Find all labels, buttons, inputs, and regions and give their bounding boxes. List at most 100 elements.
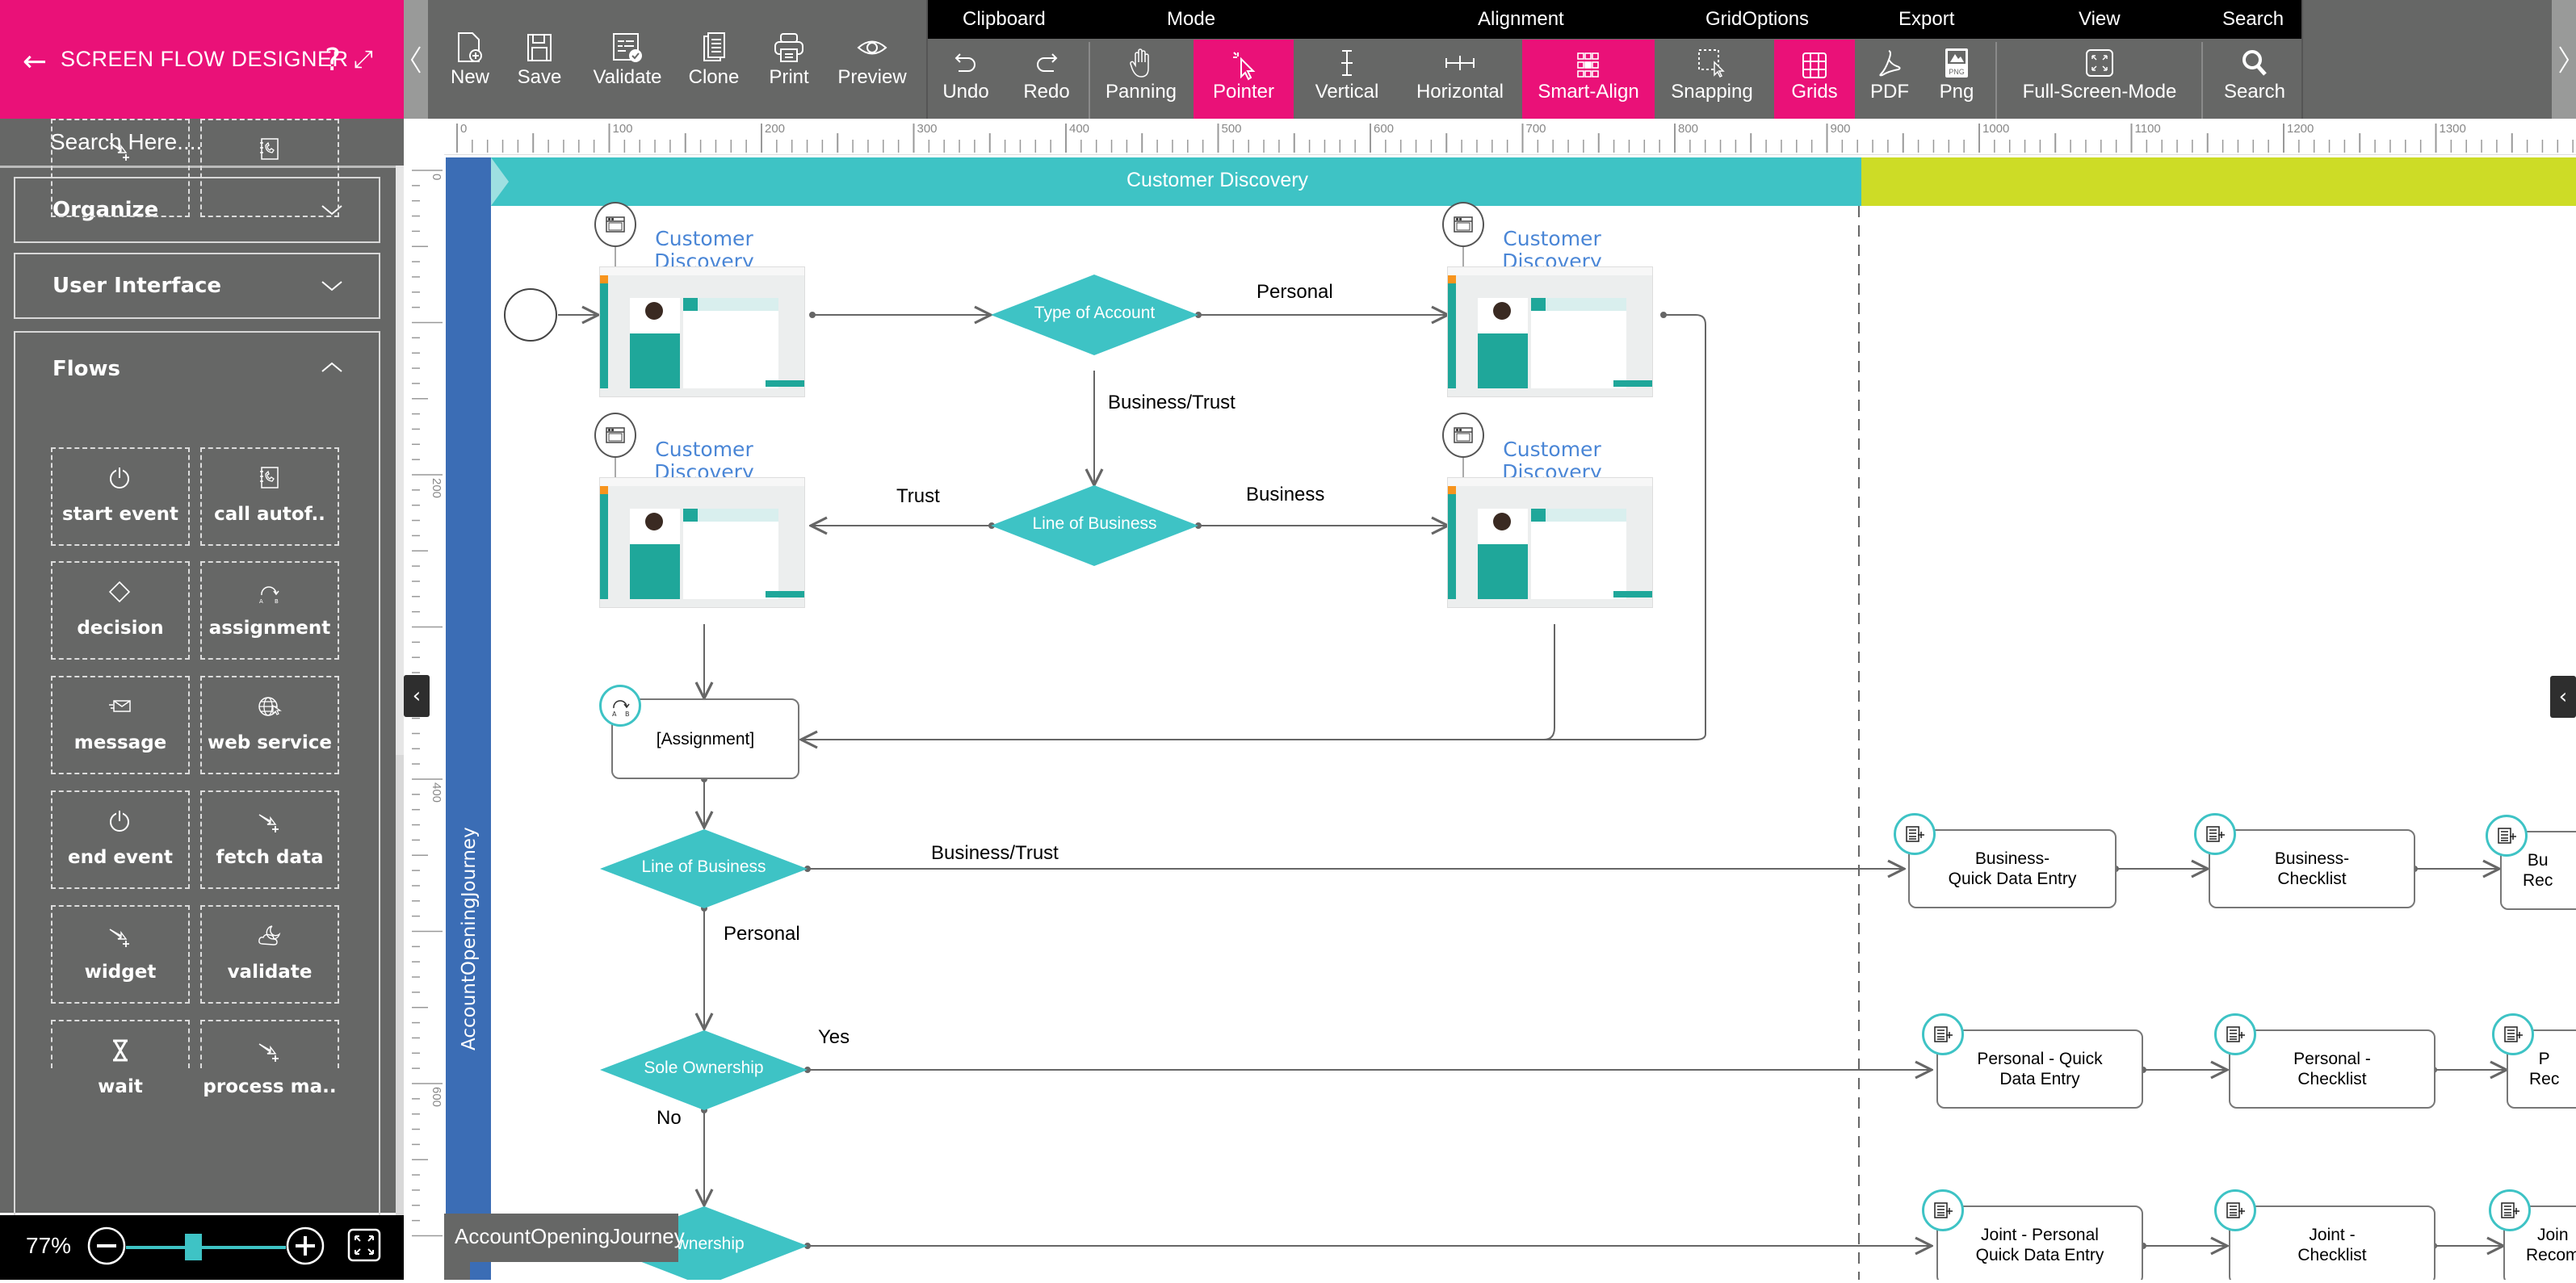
zoom-out-icon[interactable]: [87, 1226, 126, 1265]
redo-button[interactable]: Redo: [1011, 0, 1082, 119]
diamond-icon: [52, 577, 188, 606]
screen-node[interactable]: Customer Discovery: [1442, 413, 1661, 608]
screen-node[interactable]: Customer Discovery: [1442, 202, 1661, 397]
pdf-button[interactable]: PDF: [1857, 0, 1922, 119]
palette-item-item[interactable]: [51, 119, 190, 217]
screen-title: Customer Discovery: [654, 228, 754, 268]
palette-item-label: widget: [84, 962, 157, 983]
palette-item-web-service[interactable]: web service: [200, 676, 339, 774]
app-header: ← SCREEN FLOW DESIGNER ? ⤢: [0, 0, 404, 119]
palette-item-label: start event: [61, 504, 179, 525]
screen-thumbnail: [599, 266, 805, 397]
print-button[interactable]: Print: [757, 0, 821, 119]
start-event[interactable]: [504, 288, 557, 342]
palette-item-item[interactable]: [200, 119, 339, 217]
palette-item-wait[interactable]: wait: [51, 1020, 190, 1097]
ruler-label: 1000: [1982, 122, 2009, 136]
property-panel-expand-handle[interactable]: ‹: [2550, 676, 2576, 718]
task-badge: [1922, 1189, 1964, 1231]
palette-item-label: process ma..: [203, 1076, 337, 1097]
back-arrow-icon[interactable]: ←: [23, 45, 47, 78]
toolbar-divider: [2201, 42, 2203, 119]
palette-item-validate[interactable]: validate: [200, 905, 339, 1004]
expand-icon[interactable]: ⤢: [354, 45, 373, 73]
zoom-slider-track[interactable]: [126, 1246, 286, 1249]
screen-node[interactable]: Customer Discovery: [594, 413, 813, 608]
palette-item-end-event[interactable]: end event: [51, 790, 190, 889]
form-add-icon: [1934, 1026, 1953, 1042]
vertical-align-button[interactable]: Vertical: [1298, 0, 1395, 119]
palette-item-decision[interactable]: decision: [51, 561, 190, 660]
task-badge: [1894, 813, 1936, 855]
clone-button[interactable]: Clone: [682, 0, 746, 119]
form-add-icon: [1934, 1202, 1953, 1218]
fit-to-screen-icon[interactable]: [347, 1228, 381, 1262]
phonebook-icon: [202, 463, 338, 493]
palette-item-start-event[interactable]: start event: [51, 447, 190, 546]
task-badge: [2492, 1013, 2534, 1055]
clone-icon: [682, 29, 746, 66]
ruler-label: 300: [917, 122, 938, 136]
validate-button[interactable]: Validate: [583, 0, 672, 119]
edge-label: Business/Trust: [931, 842, 1059, 864]
zoom-in-icon[interactable]: [286, 1226, 325, 1265]
toolbar-divider: [1089, 42, 1090, 119]
smart-align-button[interactable]: Smart-Align: [1522, 40, 1655, 119]
smart-align-icon: [1522, 47, 1655, 84]
search-button[interactable]: Search: [2206, 0, 2303, 119]
task-badge: [2214, 1189, 2256, 1231]
ruler-label: 700: [1526, 122, 1546, 136]
png-button[interactable]: PNG Png: [1924, 0, 1989, 119]
palette-item-process-ma[interactable]: process ma..: [200, 1020, 339, 1097]
toolbar-scroll-right-button[interactable]: [2552, 0, 2576, 119]
accordion-flows-header[interactable]: Flows: [52, 357, 120, 381]
undo-button[interactable]: Undo: [930, 0, 1001, 119]
grids-button[interactable]: Grids: [1774, 40, 1855, 119]
pointer-button[interactable]: Pointer: [1194, 40, 1294, 119]
task-node[interactable]: Business- Checklist: [2209, 829, 2415, 908]
form-add-icon: [1906, 826, 1924, 842]
panning-button[interactable]: Panning: [1097, 0, 1185, 119]
diagram-canvas[interactable]: AccountOpeningJourney Customer Discovery: [444, 156, 2576, 1280]
preview-button[interactable]: Preview: [832, 0, 913, 119]
task-node[interactable]: Business- Quick Data Entry: [1908, 829, 2117, 908]
new-button[interactable]: New: [438, 0, 502, 119]
palette-item-widget[interactable]: widget: [51, 905, 190, 1004]
badge-stem: [615, 458, 616, 477]
zoom-slider-thumb[interactable]: [185, 1234, 203, 1260]
task-node[interactable]: Joint - Checklist: [2229, 1205, 2435, 1280]
chevron-up-icon[interactable]: [321, 355, 343, 378]
palette-item-fetch-data[interactable]: fetch data: [200, 790, 339, 889]
snapping-button[interactable]: Snapping: [1659, 0, 1764, 119]
ruler-label: 200: [765, 122, 785, 136]
form-add-icon: [2501, 1202, 2519, 1218]
ruler-label: 0: [430, 174, 443, 180]
accordion-user-interface[interactable]: User Interface: [14, 253, 380, 319]
palette-item-message[interactable]: message: [51, 676, 190, 774]
task-node[interactable]: Joint - Personal Quick Data Entry: [1936, 1205, 2143, 1280]
toolbar-scroll-left-button[interactable]: [404, 0, 428, 119]
edge-label: Personal: [1257, 281, 1333, 303]
palette-item-assignment[interactable]: A Bassignment: [200, 561, 339, 660]
screen-node[interactable]: Customer Discovery: [594, 202, 813, 397]
sidebar-scrollbar[interactable]: [396, 166, 404, 1215]
tooltip-tail: [444, 1262, 470, 1280]
help-icon[interactable]: ?: [325, 42, 341, 78]
horizontal-align-button[interactable]: Horizontal: [1403, 0, 1517, 119]
fullscreen-icon: [2003, 47, 2196, 79]
save-button[interactable]: Save: [507, 0, 572, 119]
connector[interactable]: [1543, 624, 1555, 740]
sidebar-collapse-handle[interactable]: ‹: [404, 675, 430, 717]
ruler-label: 1200: [2287, 122, 2314, 136]
screen-badge: [594, 202, 636, 247]
ruler-label: 400: [1069, 122, 1089, 136]
full-screen-mode-button[interactable]: Full-Screen-Mode: [2003, 0, 2196, 119]
task-node[interactable]: Personal - Quick Data Entry: [1936, 1029, 2143, 1109]
pdf-icon: [1857, 47, 1922, 79]
task-node[interactable]: Personal - Checklist: [2229, 1029, 2435, 1109]
palette-item-call-autof[interactable]: call autof..: [200, 447, 339, 546]
ruler-label: 600: [1374, 122, 1394, 136]
scrollbar-thumb[interactable]: [396, 166, 404, 755]
task-label: Joint - Checklist: [2297, 1226, 2367, 1264]
edge-label: Trust: [896, 485, 940, 507]
